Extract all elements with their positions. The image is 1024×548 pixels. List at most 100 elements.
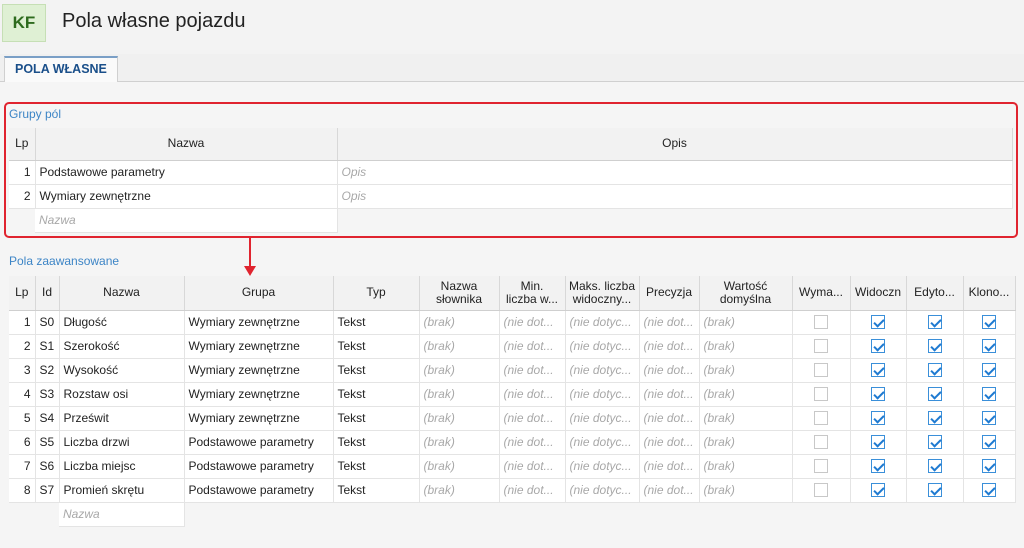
required-checkbox[interactable] bbox=[814, 363, 828, 378]
field-id-cell[interactable]: S2 bbox=[35, 358, 60, 383]
clonable-checkbox[interactable] bbox=[982, 339, 996, 354]
editable-checkbox[interactable] bbox=[927, 315, 942, 330]
field-id-cell[interactable]: S0 bbox=[35, 310, 60, 335]
editable-checkbox[interactable] bbox=[927, 387, 942, 402]
field-type-cell[interactable]: Tekst bbox=[333, 382, 420, 407]
clonable-checkbox[interactable] bbox=[982, 435, 996, 450]
field-max-cell[interactable]: (nie dotyc... bbox=[565, 310, 640, 335]
editable-checkbox[interactable] bbox=[927, 483, 942, 498]
field-default-cell[interactable]: (brak) bbox=[699, 358, 793, 383]
field-dict-cell[interactable]: (brak) bbox=[419, 310, 500, 335]
field-type-cell[interactable]: Tekst bbox=[333, 406, 420, 431]
field-dict-cell[interactable]: (brak) bbox=[419, 478, 500, 503]
clonable-checkbox[interactable] bbox=[982, 411, 996, 426]
clonable-checkbox[interactable] bbox=[982, 363, 996, 378]
required-checkbox[interactable] bbox=[814, 387, 828, 402]
required-checkbox[interactable] bbox=[814, 483, 828, 498]
field-name-cell[interactable]: Wysokość bbox=[59, 358, 185, 383]
field-id-cell[interactable]: S3 bbox=[35, 382, 60, 407]
table-row[interactable]: 7 S6 Liczba miejsc Podstawowe parametry Teks… bbox=[9, 454, 1016, 479]
field-id-cell[interactable]: S1 bbox=[35, 334, 60, 359]
field-min-cell[interactable]: (nie dot... bbox=[499, 406, 566, 431]
field-type-cell[interactable]: Tekst bbox=[333, 358, 420, 383]
col-visible[interactable]: Widoczn bbox=[850, 276, 907, 311]
field-default-cell[interactable]: (brak) bbox=[699, 406, 793, 431]
field-precision-cell[interactable]: (nie dot... bbox=[639, 358, 700, 383]
col-max[interactable]: Maks. liczba widoczny... bbox=[565, 276, 640, 311]
clonable-checkbox[interactable] bbox=[982, 483, 996, 498]
field-max-cell[interactable]: (nie dotyc... bbox=[565, 334, 640, 359]
editable-checkbox[interactable] bbox=[927, 435, 942, 450]
field-max-cell[interactable]: (nie dotyc... bbox=[565, 406, 640, 431]
field-precision-cell[interactable]: (nie dot... bbox=[639, 406, 700, 431]
visible-checkbox[interactable] bbox=[871, 435, 885, 450]
field-type-cell[interactable]: Tekst bbox=[333, 478, 420, 503]
clonable-checkbox[interactable] bbox=[982, 315, 996, 330]
editable-checkbox[interactable] bbox=[927, 363, 942, 378]
field-dict-cell[interactable]: (brak) bbox=[419, 406, 500, 431]
field-name-cell[interactable]: Długość bbox=[59, 310, 185, 335]
col-dict[interactable]: Nazwa słownika bbox=[419, 276, 500, 311]
field-id-cell[interactable]: S7 bbox=[35, 478, 60, 503]
visible-checkbox[interactable] bbox=[871, 387, 885, 402]
required-checkbox[interactable] bbox=[814, 411, 828, 426]
field-default-cell[interactable]: (brak) bbox=[699, 430, 793, 455]
field-precision-cell[interactable]: (nie dot... bbox=[639, 454, 700, 479]
col-id[interactable]: Id bbox=[35, 276, 60, 311]
col-required[interactable]: Wyma... bbox=[792, 276, 851, 311]
table-row[interactable]: 6 S5 Liczba drzwi Podstawowe parametry Tekst… bbox=[9, 430, 1016, 455]
table-row[interactable]: 1 S0 Długość Wymiary zewnętrzne Tekst (brak)(… bbox=[9, 310, 1016, 335]
field-dict-cell[interactable]: (brak) bbox=[419, 454, 500, 479]
field-name-cell[interactable]: Liczba drzwi bbox=[59, 430, 185, 455]
field-max-cell[interactable]: (nie dotyc... bbox=[565, 478, 640, 503]
field-dict-cell[interactable]: (brak) bbox=[419, 382, 500, 407]
col-type[interactable]: Typ bbox=[333, 276, 420, 311]
field-precision-cell[interactable]: (nie dot... bbox=[639, 430, 700, 455]
col-min[interactable]: Min. liczba w... bbox=[499, 276, 566, 311]
field-group-cell[interactable]: Wymiary zewnętrzne bbox=[184, 406, 334, 431]
field-dict-cell[interactable]: (brak) bbox=[419, 358, 500, 383]
tab-pola-wlasne[interactable]: POLA WŁASNE bbox=[4, 56, 118, 83]
field-id-cell[interactable]: S6 bbox=[35, 454, 60, 479]
required-checkbox[interactable] bbox=[814, 339, 828, 354]
table-row[interactable]: 2 S1 Szerokość Wymiary zewnętrzne Tekst (brak… bbox=[9, 334, 1016, 359]
field-group-cell[interactable]: Podstawowe parametry bbox=[184, 430, 334, 455]
col-default[interactable]: Wartość domyślna bbox=[699, 276, 793, 311]
field-precision-cell[interactable]: (nie dot... bbox=[639, 310, 700, 335]
field-default-cell[interactable]: (brak) bbox=[699, 334, 793, 359]
clonable-checkbox[interactable] bbox=[982, 459, 996, 474]
visible-checkbox[interactable] bbox=[871, 459, 885, 474]
col-clonable[interactable]: Klono... bbox=[963, 276, 1016, 311]
new-row[interactable]: Nazwa bbox=[9, 502, 1015, 527]
editable-checkbox[interactable] bbox=[927, 459, 942, 474]
field-dict-cell[interactable]: (brak) bbox=[419, 334, 500, 359]
field-precision-cell[interactable]: (nie dot... bbox=[639, 382, 700, 407]
field-group-cell[interactable]: Wymiary zewnętrzne bbox=[184, 334, 334, 359]
editable-checkbox[interactable] bbox=[927, 339, 942, 354]
col-editable[interactable]: Edyto... bbox=[906, 276, 964, 311]
col-name[interactable]: Nazwa bbox=[59, 276, 185, 311]
field-id-cell[interactable]: S5 bbox=[35, 430, 60, 455]
field-default-cell[interactable]: (brak) bbox=[699, 310, 793, 335]
visible-checkbox[interactable] bbox=[871, 483, 885, 498]
field-default-cell[interactable]: (brak) bbox=[699, 478, 793, 503]
field-max-cell[interactable]: (nie dotyc... bbox=[565, 382, 640, 407]
field-group-cell[interactable]: Podstawowe parametry bbox=[184, 454, 334, 479]
table-row[interactable]: 8 S7 Promień skrętu Podstawowe parametry Tek… bbox=[9, 478, 1016, 503]
field-min-cell[interactable]: (nie dot... bbox=[499, 454, 566, 479]
visible-checkbox[interactable] bbox=[871, 315, 885, 330]
field-name-cell[interactable]: Prześwit bbox=[59, 406, 185, 431]
visible-checkbox[interactable] bbox=[871, 411, 885, 426]
field-default-cell[interactable]: (brak) bbox=[699, 382, 793, 407]
field-min-cell[interactable]: (nie dot... bbox=[499, 430, 566, 455]
field-name-cell[interactable]: Szerokość bbox=[59, 334, 185, 359]
field-min-cell[interactable]: (nie dot... bbox=[499, 358, 566, 383]
field-type-cell[interactable]: Tekst bbox=[333, 310, 420, 335]
field-type-cell[interactable]: Tekst bbox=[333, 454, 420, 479]
table-row[interactable]: 4 S3 Rozstaw osi Wymiary zewnętrzne Tekst (br… bbox=[9, 382, 1016, 407]
field-precision-cell[interactable]: (nie dot... bbox=[639, 334, 700, 359]
visible-checkbox[interactable] bbox=[871, 363, 885, 378]
field-name-cell[interactable]: Liczba miejsc bbox=[59, 454, 185, 479]
field-max-cell[interactable]: (nie dotyc... bbox=[565, 454, 640, 479]
field-group-cell[interactable]: Wymiary zewnętrzne bbox=[184, 358, 334, 383]
